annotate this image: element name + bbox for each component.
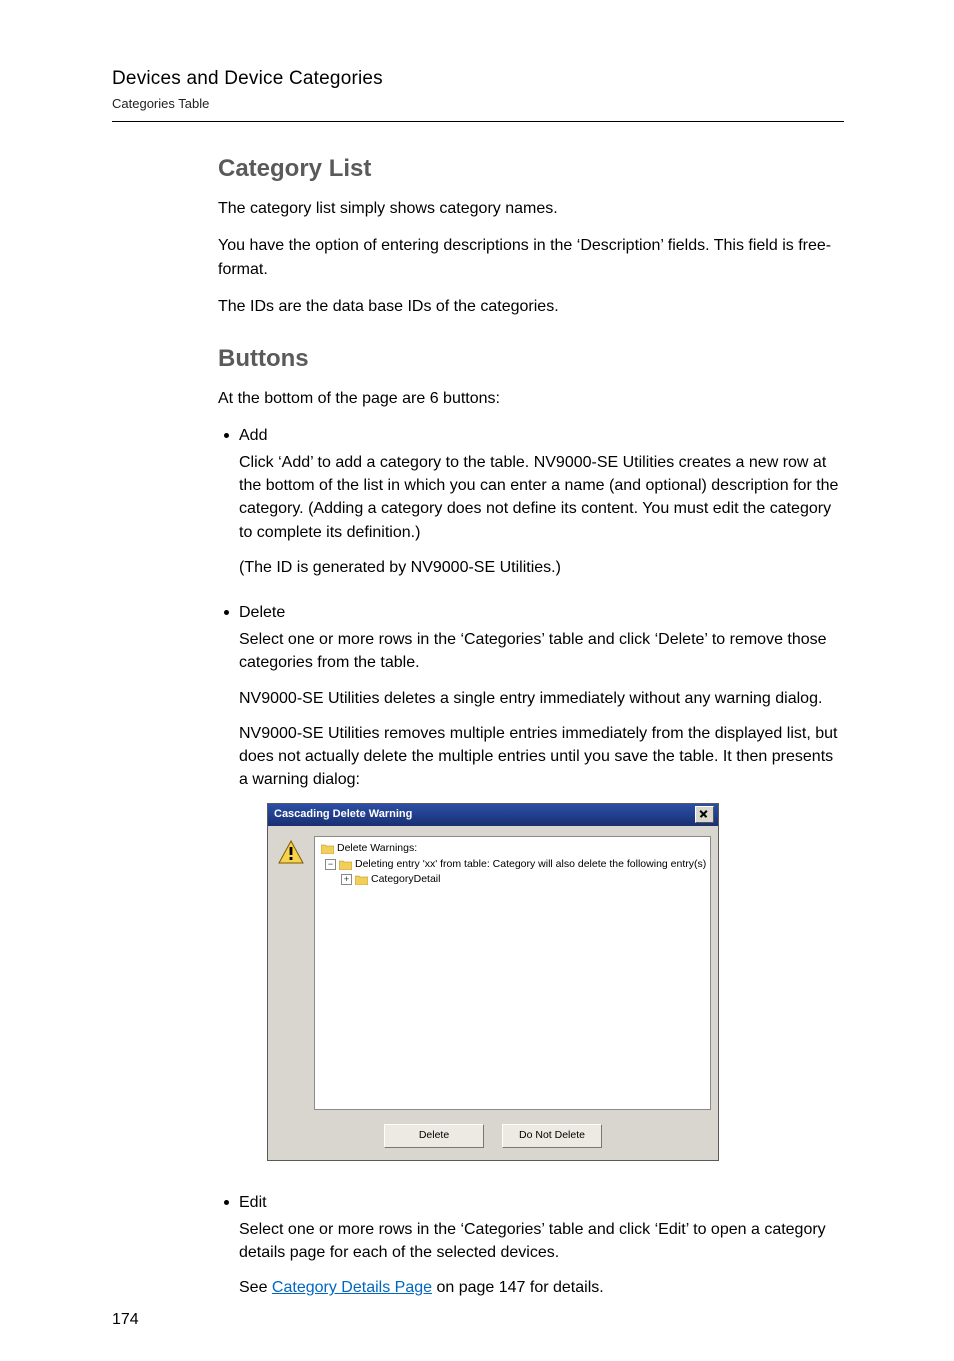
folder-icon <box>321 843 334 854</box>
tree-line2-label: Deleting entry 'xx' from table: Category… <box>355 857 706 872</box>
page-number: 174 <box>112 1308 139 1331</box>
dialog-delete-button[interactable]: Delete <box>384 1124 484 1147</box>
collapse-icon[interactable]: − <box>325 859 336 870</box>
list-item-edit: Edit Select one or more rows in the ‘Cat… <box>218 1191 844 1312</box>
edit-p1: Select one or more rows in the ‘Categori… <box>239 1218 844 1264</box>
content-body: Category List The category list simply s… <box>218 152 844 1311</box>
cascading-delete-dialog: Cascading Delete Warning <box>267 803 719 1160</box>
close-icon[interactable] <box>695 806 714 823</box>
para-buttons-intro: At the bottom of the page are 6 buttons: <box>218 387 844 410</box>
para-cat-1: The category list simply shows category … <box>218 197 844 220</box>
list-item-delete: Delete Select one or more rows in the ‘C… <box>218 601 844 1181</box>
dialog-tree[interactable]: Delete Warnings: − Deleting entry 'xx' f… <box>314 836 711 1110</box>
delete-label: Delete <box>239 601 844 624</box>
dialog-do-not-delete-button[interactable]: Do Not Delete <box>502 1124 602 1147</box>
header-subtitle: Categories Table <box>112 95 844 114</box>
bullet-icon <box>224 433 229 438</box>
bullet-icon <box>224 610 229 615</box>
list-item-add: Add Click ‘Add’ to add a category to the… <box>218 424 844 591</box>
delete-p1: Select one or more rows in the ‘Categori… <box>239 628 844 674</box>
folder-icon <box>355 874 368 885</box>
edit-label: Edit <box>239 1191 844 1214</box>
link-category-details-page[interactable]: Category Details Page <box>272 1279 432 1296</box>
heading-category-list: Category List <box>218 152 844 187</box>
delete-p3: NV9000-SE Utilities removes multiple ent… <box>239 722 844 792</box>
add-p2: (The ID is generated by NV9000-SE Utilit… <box>239 556 844 579</box>
page-header: Devices and Device Categories Categories… <box>112 65 844 122</box>
para-cat-3: The IDs are the data base IDs of the cat… <box>218 295 844 318</box>
header-rule <box>112 121 844 122</box>
edit-see: See Category Details Page on page 147 fo… <box>239 1276 844 1299</box>
header-title: Devices and Device Categories <box>112 65 844 93</box>
add-p1: Click ‘Add’ to add a category to the tab… <box>239 451 844 544</box>
tree-root-label: Delete Warnings: <box>337 841 417 856</box>
bullet-icon <box>224 1200 229 1205</box>
dialog-titlebar: Cascading Delete Warning <box>268 804 718 826</box>
folder-icon <box>339 859 352 870</box>
buttons-list: Add Click ‘Add’ to add a category to the… <box>218 424 844 1311</box>
expand-icon[interactable]: + <box>341 874 352 885</box>
para-cat-2: You have the option of entering descript… <box>218 234 844 280</box>
warning-icon <box>278 840 304 1110</box>
edit-see-pre: See <box>239 1279 272 1296</box>
add-label: Add <box>239 424 844 447</box>
delete-p2: NV9000-SE Utilities deletes a single ent… <box>239 687 844 710</box>
dialog-title: Cascading Delete Warning <box>274 807 412 823</box>
edit-see-post: on page 147 for details. <box>432 1279 604 1296</box>
heading-buttons: Buttons <box>218 342 844 377</box>
tree-line3-label: CategoryDetail <box>371 872 440 887</box>
